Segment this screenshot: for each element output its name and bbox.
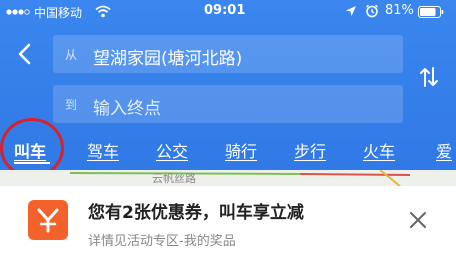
transport-tabs: 叫车 驾车 公交 骑行 步行 火车 爱 — [0, 132, 456, 166]
signal-icon — [6, 9, 30, 15]
tab-more[interactable]: 爱 — [436, 138, 452, 162]
tab-bus[interactable]: 公交 — [156, 138, 188, 162]
route-header: 中国移动 09:01 81% 从 望湖家园(塘河北路) 到 输入终点 叫车 驾车… — [0, 0, 456, 170]
tab-train[interactable]: 火车 — [363, 138, 395, 162]
battery-icon — [418, 6, 444, 18]
wifi-icon — [95, 5, 111, 18]
tab-walk[interactable]: 步行 — [294, 138, 326, 162]
coupon-icon — [28, 200, 68, 240]
screen: 中国移动 09:01 81% 从 望湖家园(塘河北路) 到 输入终点 叫车 驾车… — [0, 0, 456, 256]
carrier-name: 中国移动 — [34, 6, 83, 20]
map-strip: 云帆丝路 — [0, 170, 456, 186]
destination-field[interactable]: 到 输入终点 — [53, 85, 403, 123]
map-road-label: 云帆丝路 — [152, 172, 196, 185]
close-icon[interactable] — [406, 208, 430, 232]
highlight-circle — [0, 118, 64, 178]
alarm-icon — [366, 4, 378, 18]
origin-prefix: 从 — [65, 48, 78, 62]
coupon-title: 您有2张优惠券，叫车享立减 — [88, 203, 304, 223]
clock: 09:01 — [204, 3, 246, 18]
coupon-banner[interactable]: 您有2张优惠券，叫车享立减 详情见活动专区-我的奖品 — [8, 186, 448, 256]
origin-value: 望湖家园(塘河北路) — [93, 49, 243, 69]
back-button[interactable] — [14, 40, 36, 68]
coupon-subtitle: 详情见活动专区-我的奖品 — [88, 234, 236, 249]
swap-icon[interactable] — [418, 64, 440, 90]
destination-prefix: 到 — [65, 98, 78, 112]
tab-drive[interactable]: 驾车 — [87, 138, 119, 162]
road-lines — [69, 170, 411, 186]
tab-bike[interactable]: 骑行 — [225, 138, 257, 162]
battery-percentage: 81% — [385, 3, 414, 18]
origin-field[interactable]: 从 望湖家园(塘河北路) — [53, 35, 403, 73]
destination-placeholder: 输入终点 — [93, 99, 161, 119]
status-bar: 中国移动 09:01 81% — [0, 0, 456, 24]
coupon-symbol-icon — [37, 208, 59, 233]
location-arrow-icon — [346, 6, 356, 16]
